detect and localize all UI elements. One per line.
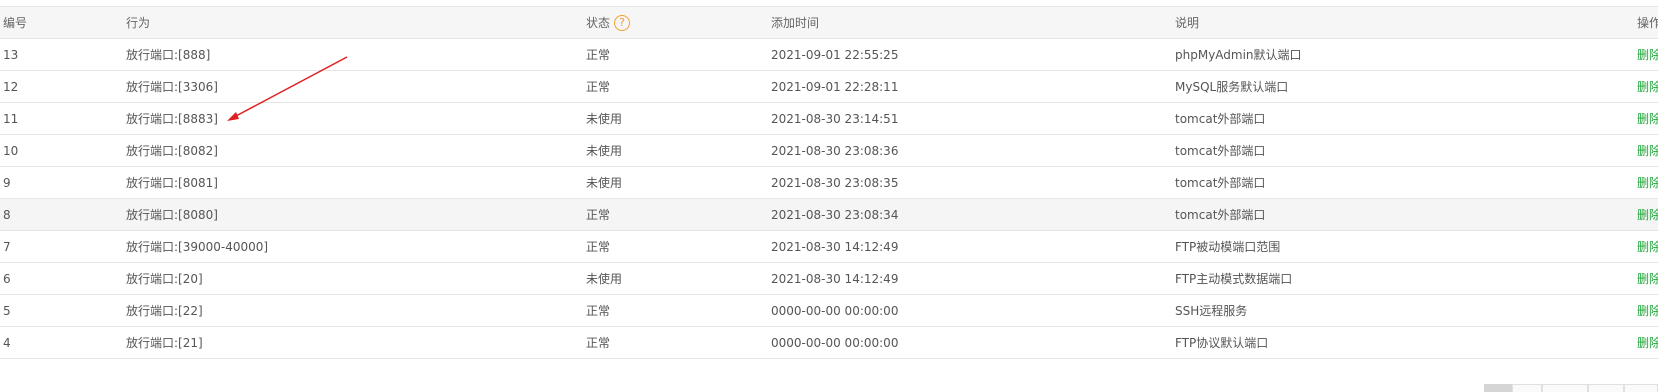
cell-desc: MySQL服务默认端口 bbox=[1175, 70, 1601, 103]
header-row: 编号 行为 状态? 添加时间 说明 操作 bbox=[0, 6, 1658, 39]
cell-time: 0000-00-00 00:00:00 bbox=[771, 294, 1175, 327]
cell-time: 2021-08-30 23:08:34 bbox=[771, 198, 1175, 231]
cell-desc: tomcat外部端口 bbox=[1175, 198, 1601, 231]
delete-link[interactable]: 删除 bbox=[1637, 48, 1658, 62]
delete-link[interactable]: 删除 bbox=[1637, 208, 1658, 222]
cell-desc: phpMyAdmin默认端口 bbox=[1175, 38, 1601, 71]
cell-id: 7 bbox=[0, 230, 126, 263]
cell-id: 13 bbox=[0, 38, 126, 71]
cell-action: 放行端口:[20] bbox=[126, 262, 586, 295]
table-row: 5放行端口:[22]正常0000-00-00 00:00:00SSH远程服务 删除 bbox=[0, 294, 1658, 327]
page-button[interactable] bbox=[1588, 384, 1624, 392]
cell-id: 10 bbox=[0, 134, 126, 167]
delete-link[interactable]: 删除 bbox=[1637, 240, 1658, 254]
col-header-desc[interactable]: 说明 bbox=[1175, 6, 1601, 39]
cell-action: 放行端口:[8080] bbox=[126, 198, 586, 231]
cell-status: 未使用 bbox=[586, 166, 771, 199]
table-row: 10 放行端口:[8082] 未使用 2021-08-30 23:08:36 tomca… bbox=[0, 134, 1658, 167]
cell-action: 放行端口:[8082] bbox=[126, 134, 586, 167]
cell-id: 12 bbox=[0, 70, 126, 103]
col-header-status-label: 状态 bbox=[586, 15, 611, 30]
table-row: 4 放行端口:[21] 正常 0000-00-00 00:00:00 FTP协议默认端口… bbox=[0, 326, 1658, 359]
delete-link[interactable]: 删除 bbox=[1637, 304, 1658, 318]
cell-action: 放行端口:[22] bbox=[126, 294, 586, 327]
cell-status: 正常 bbox=[586, 294, 771, 327]
cell-time: 2021-08-30 14:12:49 bbox=[771, 262, 1175, 295]
col-header-time[interactable]: 添加时间 bbox=[771, 6, 1175, 39]
cell-op: 删除 bbox=[1601, 326, 1658, 359]
page-button[interactable] bbox=[1624, 384, 1658, 392]
cell-status: 正常 bbox=[586, 198, 771, 231]
cell-status: 未使用 bbox=[586, 134, 771, 167]
firewall-rules-panel: 编号 行为 状态? 添加时间 说明 操作 13放行端口:[888]正常2021-… bbox=[0, 0, 1658, 392]
cell-op: 删除 bbox=[1601, 262, 1658, 295]
cell-id: 8 bbox=[0, 198, 126, 231]
cell-time: 0000-00-00 00:00:00 bbox=[771, 326, 1175, 359]
table-header: 编号 行为 状态? 添加时间 说明 操作 bbox=[0, 6, 1658, 39]
cell-status: 正常 bbox=[586, 326, 771, 359]
cell-action: 放行端口:[8081] bbox=[126, 166, 586, 199]
table-row: 9 放行端口:[8081] 未使用 2021-08-30 23:08:35 tomcat… bbox=[0, 166, 1658, 199]
page-button-current[interactable] bbox=[1484, 384, 1512, 392]
cell-time: 2021-08-30 23:08:36 bbox=[771, 134, 1175, 167]
table-row: 8 放行端口:[8080] 正常 2021-08-30 23:08:34 tomcat外… bbox=[0, 198, 1658, 231]
cell-action: 放行端口:[39000-40000] bbox=[126, 230, 586, 263]
table-row: 11 放行端口:[8883] 未使用 2021-08-30 23:14:51 tomca… bbox=[0, 102, 1658, 135]
cell-id: 11 bbox=[0, 102, 126, 135]
cell-op: 删除 bbox=[1601, 38, 1658, 71]
cell-desc: FTP协议默认端口 bbox=[1175, 326, 1601, 359]
pagination bbox=[1484, 384, 1658, 392]
table-row: 6 放行端口:[20] 未使用 2021-08-30 14:12:49 FTP主动模式数… bbox=[0, 262, 1658, 295]
cell-op: 删除 bbox=[1601, 70, 1658, 103]
cell-op: 删除 bbox=[1601, 198, 1658, 231]
cell-op: 删除 bbox=[1601, 166, 1658, 199]
delete-link[interactable]: 删除 bbox=[1637, 336, 1658, 350]
delete-link[interactable]: 删除 bbox=[1637, 144, 1658, 158]
cell-desc: SSH远程服务 bbox=[1175, 294, 1601, 327]
table-row: 7 放行端口:[39000-40000] 正常 2021-08-30 14:12:49… bbox=[0, 230, 1658, 263]
col-header-action[interactable]: 行为 bbox=[126, 6, 586, 39]
delete-link[interactable]: 删除 bbox=[1637, 80, 1658, 94]
delete-link[interactable]: 删除 bbox=[1637, 176, 1658, 190]
question-circle-icon[interactable]: ? bbox=[614, 15, 631, 32]
table-row: 13 放行端口:[888] 正常 2021-09-01 22:55:25 phpMyAd… bbox=[0, 38, 1658, 71]
cell-op: 删除 bbox=[1601, 134, 1658, 167]
table-row: 12 放行端口:[3306] 正常 2021-09-01 22:28:11 MySQL服… bbox=[0, 70, 1658, 103]
cell-id: 5 bbox=[0, 294, 126, 327]
cell-action: 放行端口:[21] bbox=[126, 326, 586, 359]
cell-action: 放行端口:[3306] bbox=[126, 70, 586, 103]
cell-desc: tomcat外部端口 bbox=[1175, 134, 1601, 167]
firewall-rules-table: 编号 行为 状态? 添加时间 说明 操作 13放行端口:[888]正常2021-… bbox=[0, 6, 1658, 359]
cell-status: 正常 bbox=[586, 70, 771, 103]
col-header-id[interactable]: 编号 bbox=[0, 6, 126, 39]
cell-desc: tomcat外部端口 bbox=[1175, 166, 1601, 199]
cell-desc: FTP主动模式数据端口 bbox=[1175, 262, 1601, 295]
cell-status: 未使用 bbox=[586, 262, 771, 295]
cell-status: 正常 bbox=[586, 230, 771, 263]
cell-time: 2021-09-01 22:55:25 bbox=[771, 38, 1175, 71]
cell-time: 2021-09-01 22:28:11 bbox=[771, 70, 1175, 103]
cell-op: 删除 bbox=[1601, 230, 1658, 263]
delete-link[interactable]: 删除 bbox=[1637, 272, 1658, 286]
page-button[interactable] bbox=[1542, 384, 1588, 392]
cell-action: 放行端口:[8883] bbox=[126, 102, 586, 135]
table-body: 13 放行端口:[888] 正常 2021-09-01 22:55:25 phpMyAd… bbox=[0, 38, 1658, 359]
cell-desc: FTP被动模端口范围 bbox=[1175, 230, 1601, 263]
cell-op: 删除 bbox=[1601, 294, 1658, 327]
cell-time: 2021-08-30 23:14:51 bbox=[771, 102, 1175, 135]
cell-status: 正常 bbox=[586, 38, 771, 71]
cell-id: 4 bbox=[0, 326, 126, 359]
cell-id: 9 bbox=[0, 166, 126, 199]
cell-id: 6 bbox=[0, 262, 126, 295]
cell-op: 删除 bbox=[1601, 102, 1658, 135]
page-button[interactable] bbox=[1512, 384, 1542, 392]
delete-link[interactable]: 删除 bbox=[1637, 112, 1658, 126]
col-header-op: 操作 bbox=[1601, 6, 1658, 39]
col-header-status[interactable]: 状态? bbox=[586, 6, 771, 39]
cell-action: 放行端口:[888] bbox=[126, 38, 586, 71]
cell-desc: tomcat外部端口 bbox=[1175, 102, 1601, 135]
cell-status: 未使用 bbox=[586, 102, 771, 135]
cell-time: 2021-08-30 14:12:49 bbox=[771, 230, 1175, 263]
cell-time: 2021-08-30 23:08:35 bbox=[771, 166, 1175, 199]
